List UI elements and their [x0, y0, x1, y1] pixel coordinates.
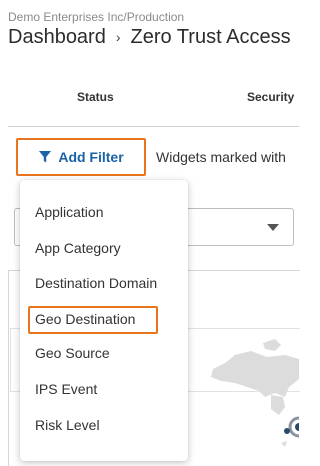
- breadcrumb-zero-trust-access: Zero Trust Access: [130, 26, 291, 48]
- menu-item-application[interactable]: Application: [20, 195, 188, 229]
- menu-item-destination-domain[interactable]: Destination Domain: [20, 266, 188, 300]
- header-divider: [8, 126, 299, 127]
- menu-item-risk-level[interactable]: Risk Level: [20, 408, 188, 442]
- tab-bar: Status Security: [0, 86, 299, 110]
- organization-path: Demo Enterprises Inc/Production: [8, 10, 185, 24]
- menu-item-app-category[interactable]: App Category: [20, 231, 188, 265]
- menu-item-ips-event[interactable]: IPS Event: [20, 372, 188, 406]
- breadcrumb-separator: ›: [115, 29, 121, 45]
- filter-menu: Application App Category Destination Dom…: [20, 180, 188, 461]
- caret-down-icon[interactable]: [267, 224, 279, 231]
- tab-security[interactable]: Security: [247, 90, 294, 104]
- breadcrumb-dashboard[interactable]: Dashboard: [8, 25, 106, 49]
- menu-item-geo-destination[interactable]: Geo Destination: [20, 302, 188, 336]
- world-map-icon: [211, 339, 299, 447]
- tab-status[interactable]: Status: [77, 90, 114, 104]
- breadcrumb: Dashboard › Zero Trust Access: [8, 25, 291, 49]
- widgets-note-text: Widgets marked with: [156, 149, 286, 165]
- add-filter-label: Add Filter: [58, 149, 124, 165]
- add-filter-button[interactable]: Add Filter: [16, 138, 146, 176]
- filter-funnel-icon: [39, 151, 52, 163]
- menu-item-geo-source[interactable]: Geo Source: [20, 336, 188, 370]
